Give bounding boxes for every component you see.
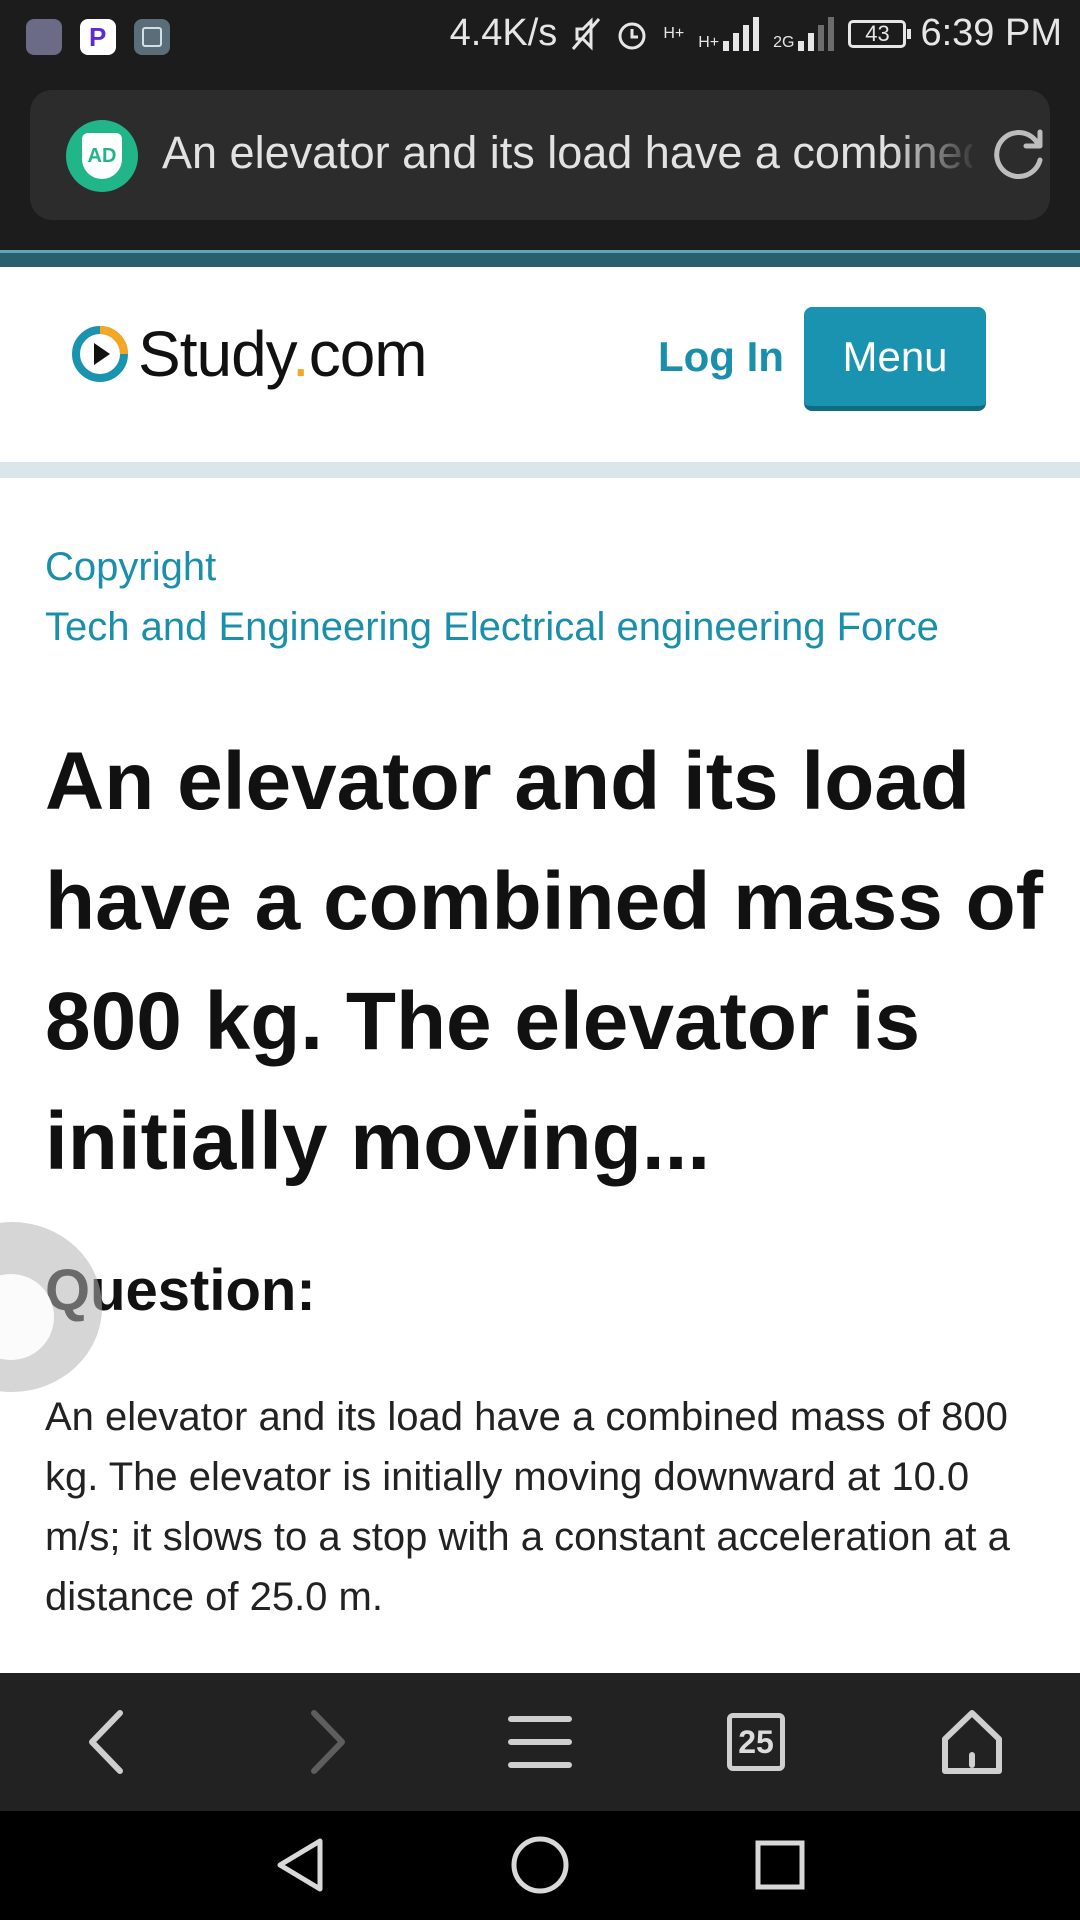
nav-recents-icon[interactable] xyxy=(748,1833,812,1897)
login-link[interactable]: Log In xyxy=(658,333,784,381)
menu-button[interactable]: Menu xyxy=(804,307,986,411)
signal-bars-icon-2 xyxy=(798,16,835,51)
nav-home-icon[interactable] xyxy=(508,1833,572,1897)
study-logo[interactable]: Study.com xyxy=(70,317,428,391)
signal-1: H+ xyxy=(663,24,685,42)
site-header: Study.com Log In Menu xyxy=(0,267,1080,462)
tabs-button[interactable]: 25 xyxy=(727,1713,785,1771)
home-icon[interactable] xyxy=(935,1705,1009,1779)
signal-2: H+ xyxy=(698,16,760,51)
system-navigation-bar xyxy=(0,1811,1080,1920)
mute-icon xyxy=(572,16,601,51)
question-text: An elevator and its load have a combined… xyxy=(45,1395,1010,1619)
picsart-notification-icon xyxy=(80,19,116,55)
menu-label: Menu xyxy=(842,332,948,380)
app-notification-icon xyxy=(26,19,62,55)
status-bar: 4.4K/s H+ H+ 2G 43 6:39 PM xyxy=(0,0,1080,75)
browser-toolbar: AD An elevator and its load have a combi… xyxy=(0,75,1080,250)
logo-tld: com xyxy=(308,318,428,390)
address-fade xyxy=(890,90,980,220)
logo-text: Study.com xyxy=(138,317,428,391)
breadcrumb-copyright[interactable]: Copyright xyxy=(45,537,939,597)
tab-count: 25 xyxy=(738,1723,774,1760)
alarm-icon xyxy=(618,22,646,49)
logo-main: Study xyxy=(138,318,293,390)
gallery-notification-icon xyxy=(134,19,170,55)
hamburger-menu-icon[interactable] xyxy=(503,1705,577,1779)
floating-assist-ball[interactable] xyxy=(0,1222,102,1392)
signal-bars-icon xyxy=(723,16,760,51)
reload-icon[interactable] xyxy=(988,124,1050,186)
browser-bottom-bar: 25 xyxy=(0,1673,1080,1811)
header-divider xyxy=(0,462,1080,478)
play-logo-icon xyxy=(72,326,128,382)
clock: 6:39 PM xyxy=(920,12,1062,54)
battery-icon: 43 xyxy=(848,19,912,48)
battery-level: 43 xyxy=(865,20,890,46)
breadcrumb-categories[interactable]: Tech and Engineering Electrical engineer… xyxy=(45,597,939,657)
back-icon[interactable] xyxy=(72,1705,146,1779)
forward-icon[interactable] xyxy=(288,1705,362,1779)
signal-3: 2G xyxy=(773,16,835,51)
page-load-bar xyxy=(0,250,1080,267)
nav-back-icon[interactable] xyxy=(268,1833,332,1897)
2g-label: 2G xyxy=(773,33,795,51)
hplus-label: H+ xyxy=(663,24,685,42)
status-indicators: 4.4K/s H+ H+ 2G 43 6:39 PM xyxy=(450,12,1062,55)
hplus-label-2: H+ xyxy=(698,33,720,51)
adblock-icon[interactable]: AD xyxy=(66,120,138,192)
address-text[interactable]: An elevator and its load have a combined… xyxy=(162,123,972,183)
address-bar[interactable]: AD An elevator and its load have a combi… xyxy=(30,90,1050,220)
notification-icons xyxy=(26,19,170,55)
breadcrumb: Copyright Tech and Engineering Electrica… xyxy=(45,537,939,657)
web-page: Study.com Log In Menu Copyright Tech and… xyxy=(0,267,1080,1673)
logo-dot: . xyxy=(291,318,310,390)
page-title: An elevator and its load have a combined… xyxy=(45,736,1044,1187)
ad-shield: AD xyxy=(82,133,122,179)
network-speed: 4.4K/s xyxy=(449,12,558,54)
